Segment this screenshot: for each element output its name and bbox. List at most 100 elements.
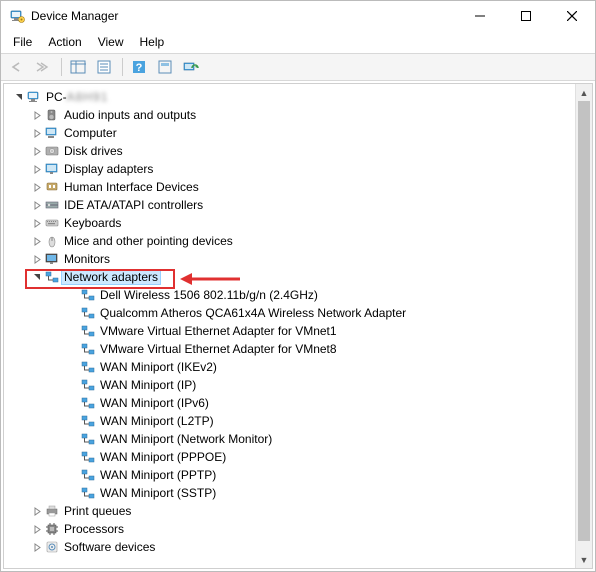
tree-item-label: Dell Wireless 1506 802.11b/g/n (2.4GHz) <box>100 288 318 302</box>
tree-item-label: Mice and other pointing devices <box>64 234 233 248</box>
tree-device-wan-miniport-ipv6-[interactable]: WAN Miniport (IPv6) <box>4 394 592 412</box>
expand-arrow-icon[interactable] <box>30 180 44 194</box>
network-icon <box>80 485 96 501</box>
tree-item-label: WAN Miniport (IPv6) <box>100 396 209 410</box>
tree-device-vmware-virtual-ethernet-adapter-for-vmnet8[interactable]: VMware Virtual Ethernet Adapter for VMne… <box>4 340 592 358</box>
expand-arrow-icon[interactable] <box>30 198 44 212</box>
forward-button[interactable] <box>31 56 55 78</box>
tree-category-print-queues[interactable]: Print queues <box>4 502 592 520</box>
tree-item-label: WAN Miniport (L2TP) <box>100 414 214 428</box>
tree-item-label: WAN Miniport (PPTP) <box>100 468 216 482</box>
tree-category-network-adapters[interactable]: Network adapters <box>4 268 592 286</box>
tree-device-wan-miniport-network-monitor-[interactable]: WAN Miniport (Network Monitor) <box>4 430 592 448</box>
collapse-arrow-icon[interactable] <box>30 270 44 284</box>
tree-category-ide-ata-atapi-controllers[interactable]: IDE ATA/ATAPI controllers <box>4 196 592 214</box>
network-icon <box>80 377 96 393</box>
tree-device-wan-miniport-sstp-[interactable]: WAN Miniport (SSTP) <box>4 484 592 502</box>
tree-item-label: WAN Miniport (Network Monitor) <box>100 432 272 446</box>
printer-icon <box>44 503 60 519</box>
scan-hardware-button[interactable] <box>179 56 203 78</box>
network-icon <box>80 323 96 339</box>
tree-item-label: WAN Miniport (IKEv2) <box>100 360 217 374</box>
menu-view[interactable]: View <box>90 33 132 51</box>
tree-device-qualcomm-atheros-qca61x4a-wireless-network-adapter[interactable]: Qualcomm Atheros QCA61x4A Wireless Netwo… <box>4 304 592 322</box>
expand-arrow-icon[interactable] <box>30 522 44 536</box>
menu-file[interactable]: File <box>5 33 40 51</box>
help-button[interactable]: ? <box>127 56 151 78</box>
tree-device-vmware-virtual-ethernet-adapter-for-vmnet1[interactable]: VMware Virtual Ethernet Adapter for VMne… <box>4 322 592 340</box>
network-icon <box>80 449 96 465</box>
tree-device-wan-miniport-ip-[interactable]: WAN Miniport (IP) <box>4 376 592 394</box>
menu-help[interactable]: Help <box>132 33 173 51</box>
svg-text:?: ? <box>136 62 143 74</box>
tree-device-wan-miniport-pppoe-[interactable]: WAN Miniport (PPPOE) <box>4 448 592 466</box>
close-button[interactable] <box>549 1 595 31</box>
network-icon <box>80 413 96 429</box>
tree-item-label: VMware Virtual Ethernet Adapter for VMne… <box>100 324 337 338</box>
tree-category-monitors[interactable]: Monitors <box>4 250 592 268</box>
action-button[interactable] <box>153 56 177 78</box>
tree-item-label: Qualcomm Atheros QCA61x4A Wireless Netwo… <box>100 306 406 320</box>
computer-icon <box>44 125 60 141</box>
tree-category-audio-inputs-and-outputs[interactable]: Audio inputs and outputs <box>4 106 592 124</box>
tree-item-label: Human Interface Devices <box>64 180 199 194</box>
monitor-icon <box>44 251 60 267</box>
network-icon <box>44 269 60 285</box>
titlebar: Device Manager <box>1 1 595 31</box>
expand-arrow-icon[interactable] <box>30 252 44 266</box>
network-icon <box>80 287 96 303</box>
tree-category-keyboards[interactable]: Keyboards <box>4 214 592 232</box>
vertical-scrollbar[interactable]: ▲ ▼ <box>575 84 592 568</box>
expand-arrow-icon[interactable] <box>30 144 44 158</box>
properties-button[interactable] <box>92 56 116 78</box>
computer-root-icon <box>26 89 42 105</box>
tree-device-dell-wireless-1506-802-11b-g-n-2-4ghz-[interactable]: Dell Wireless 1506 802.11b/g/n (2.4GHz) <box>4 286 592 304</box>
tree-category-processors[interactable]: Processors <box>4 520 592 538</box>
maximize-button[interactable] <box>503 1 549 31</box>
tree-category-software-devices[interactable]: Software devices <box>4 538 592 556</box>
scroll-down-button[interactable]: ▼ <box>576 551 592 568</box>
network-icon <box>80 305 96 321</box>
tree-item-label: VMware Virtual Ethernet Adapter for VMne… <box>100 342 337 356</box>
display-icon <box>44 161 60 177</box>
tree-device-wan-miniport-pptp-[interactable]: WAN Miniport (PPTP) <box>4 466 592 484</box>
tree-device-wan-miniport-l2tp-[interactable]: WAN Miniport (L2TP) <box>4 412 592 430</box>
expand-arrow-icon[interactable] <box>30 126 44 140</box>
tree-root-computer[interactable]: PC-A8H91 <box>4 88 592 106</box>
tree-category-human-interface-devices[interactable]: Human Interface Devices <box>4 178 592 196</box>
tree-item-label: Software devices <box>64 540 155 554</box>
tree-item-label: Print queues <box>64 504 131 518</box>
network-icon <box>80 467 96 483</box>
tree-category-computer[interactable]: Computer <box>4 124 592 142</box>
scroll-thumb[interactable] <box>578 101 590 541</box>
expand-arrow-icon[interactable] <box>30 216 44 230</box>
software-icon <box>44 539 60 555</box>
content-area: PC-A8H91Audio inputs and outputsComputer… <box>1 81 595 571</box>
window-title: Device Manager <box>31 9 457 23</box>
scroll-up-button[interactable]: ▲ <box>576 84 592 101</box>
tree-device-wan-miniport-ikev2-[interactable]: WAN Miniport (IKEv2) <box>4 358 592 376</box>
network-icon <box>80 431 96 447</box>
tree-item-label: Disk drives <box>64 144 123 158</box>
back-button[interactable] <box>5 56 29 78</box>
tree-item-label: WAN Miniport (IP) <box>100 378 196 392</box>
expand-arrow-icon[interactable] <box>30 162 44 176</box>
device-tree[interactable]: PC-A8H91Audio inputs and outputsComputer… <box>4 84 592 568</box>
expand-arrow-icon[interactable] <box>30 234 44 248</box>
expand-arrow-icon[interactable] <box>30 540 44 554</box>
expand-arrow-icon[interactable] <box>30 504 44 518</box>
tree-category-display-adapters[interactable]: Display adapters <box>4 160 592 178</box>
toolbar-separator <box>122 58 123 76</box>
expand-arrow-icon[interactable] <box>30 108 44 122</box>
minimize-button[interactable] <box>457 1 503 31</box>
mouse-icon <box>44 233 60 249</box>
tree-item-label: IDE ATA/ATAPI controllers <box>64 198 203 212</box>
toolbar: ? <box>1 53 595 81</box>
tree-category-disk-drives[interactable]: Disk drives <box>4 142 592 160</box>
tree-category-mice-and-other-pointing-devices[interactable]: Mice and other pointing devices <box>4 232 592 250</box>
show-hide-tree-button[interactable] <box>66 56 90 78</box>
device-tree-pane: PC-A8H91Audio inputs and outputsComputer… <box>3 83 593 569</box>
menubar: File Action View Help <box>1 31 595 53</box>
menu-action[interactable]: Action <box>40 33 89 51</box>
collapse-arrow-icon[interactable] <box>12 90 26 104</box>
